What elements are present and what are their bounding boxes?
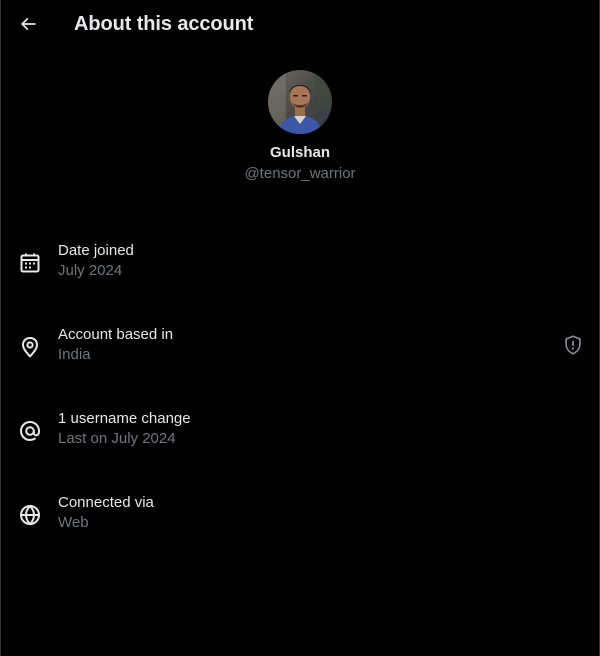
- detail-value: July 2024: [58, 262, 123, 279]
- detail-label: Date joined: [58, 242, 134, 259]
- shield-info-icon[interactable]: [562, 334, 584, 356]
- location-pin-icon: [22, 337, 38, 358]
- detail-text-date-joined: Date joined July 2024: [58, 241, 134, 280]
- display-name: Gulshan: [269, 144, 330, 161]
- detail-value: Web: [58, 514, 89, 531]
- page-title: About this account: [74, 13, 254, 35]
- back-button[interactable]: [11, 7, 45, 41]
- detail-value: Last on July 2024: [58, 430, 176, 447]
- detail-row-date-joined: Date joined July 2024: [1, 237, 599, 297]
- detail-value: India: [58, 346, 91, 363]
- about-account-panel: About this account Gulshan @tensor_warri…: [0, 0, 600, 656]
- detail-text-account-based-in: Account based in India: [58, 325, 173, 364]
- globe-icon: [20, 504, 40, 526]
- detail-row-connected-via: Connected via Web: [1, 489, 599, 549]
- header: About this account: [1, 0, 599, 50]
- detail-label: Connected via: [58, 494, 154, 511]
- at-sign-icon: [19, 420, 41, 442]
- detail-text-connected-via: Connected via Web: [58, 493, 154, 532]
- user-handle: @tensor_warrior: [244, 165, 356, 182]
- detail-text-username-change: 1 username change Last on July 2024: [58, 409, 191, 448]
- detail-label: Account based in: [58, 326, 174, 343]
- avatar-image: [268, 70, 332, 134]
- detail-row-username-change: 1 username change Last on July 2024: [1, 405, 599, 465]
- avatar[interactable]: [268, 70, 332, 134]
- profile-summary: Gulshan @tensor_warrior: [1, 70, 599, 183]
- calendar-icon: [20, 253, 40, 273]
- detail-row-account-based-in: Account based in India: [1, 321, 599, 381]
- detail-label: 1 username change: [58, 410, 191, 427]
- back-arrow-icon: [20, 17, 36, 31]
